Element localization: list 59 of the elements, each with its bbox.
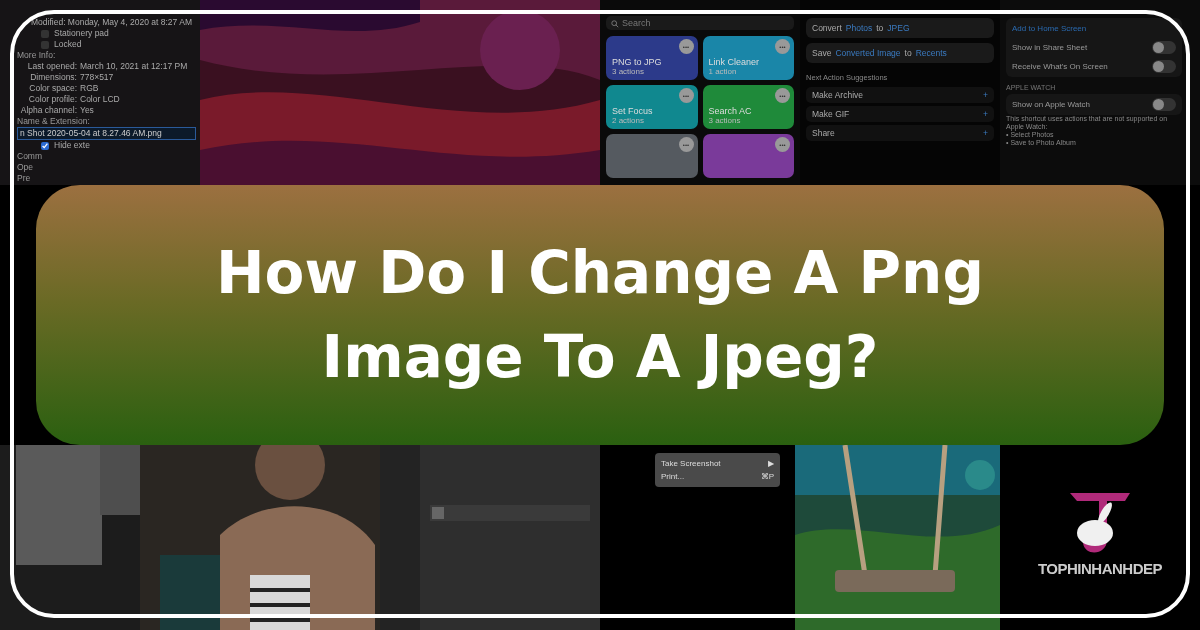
toggle-switch[interactable] [1152,41,1176,54]
detail-label: Color space: [28,83,77,94]
checkbox-label: Hide exte [54,140,90,151]
section-header[interactable]: Pre [17,173,31,183]
detail-label: Alpha channel: [19,105,77,116]
modified-date: Modified: Monday, May 4, 2020 at 8:27 AM [31,17,192,28]
checkbox[interactable] [41,29,49,38]
detail-value: 778×517 [80,72,114,83]
shortcut-name: PNG to JPG [612,57,663,67]
suggestion-label[interactable]: Make GIF [812,109,850,119]
detail-value: RGB [80,83,99,94]
setting-label: Show on Apple Watch [1012,100,1090,109]
toggle-switch[interactable] [1152,60,1176,73]
checkbox[interactable] [41,40,49,49]
menu-hint: ▶ [768,459,774,468]
filename-field[interactable]: n Shot 2020-05-04 at 8.27.46 AM.png [17,127,196,140]
connector-text: to [904,48,912,58]
shortcut-name: Search AC [708,106,753,116]
title: How Do I Change A Png Image To A Jpeg? [215,237,985,393]
checkbox-label: Stationery pad [54,28,109,39]
checkbox[interactable] [41,141,49,150]
add-button[interactable]: + [983,90,988,100]
section-header[interactable]: Comm [17,151,43,161]
setting-label: Receive What's On Screen [1012,62,1108,71]
toggle-switch[interactable] [1152,98,1176,111]
detail-label: Last opened: [26,61,77,72]
variable-token[interactable]: Photos [845,23,873,33]
format-token[interactable]: JPEG [887,23,910,33]
detail-value: March 10, 2021 at 12:17 PM [80,61,188,72]
suggestion-label[interactable]: Share [812,128,835,138]
menu-hint: ⌘P [760,472,774,481]
detail-value: Color LCD [80,94,120,105]
action-verb: Save [812,48,832,58]
add-button[interactable]: + [983,109,988,119]
search-field[interactable]: Search [606,16,794,30]
add-to-home-link[interactable]: Add to Home Screen [1012,24,1087,33]
checkbox-label: Locked [54,39,82,50]
shortcut-name: Link Cleaner [708,57,761,67]
setting-label: Show in Share Sheet [1012,43,1088,52]
detail-label: Dimensions: [29,72,77,83]
menu-item[interactable]: Take Screenshot [661,459,721,468]
shortcut-name: Set Focus [612,106,654,116]
destination-token[interactable]: Recents [915,48,947,58]
action-count: 2 actions [612,116,646,125]
action-count: 1 action [708,67,738,76]
detail-value: Yes [80,105,94,116]
section-header[interactable]: Name & Extension: [17,116,90,126]
detail-label: Color profile: [27,94,77,105]
add-button[interactable]: + [983,128,988,138]
suggestion-label[interactable]: Make Archive [812,90,864,100]
logo-text: TOPHINHANHDEP [1037,560,1163,577]
menu-item[interactable]: Print... [661,472,685,481]
action-count: 3 actions [708,116,742,125]
section-header[interactable]: Ope [17,162,34,172]
action-verb: Convert [812,23,842,33]
action-count: 3 actions [612,67,646,76]
connector-text: to [876,23,884,33]
variable-token[interactable]: Converted Image [835,48,901,58]
section-header[interactable]: More Info: [17,50,56,60]
